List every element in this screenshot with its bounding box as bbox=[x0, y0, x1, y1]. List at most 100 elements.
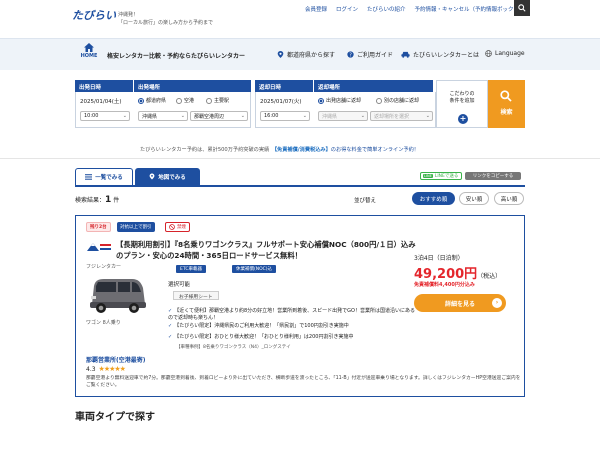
sort-cheapest[interactable]: 安い順 bbox=[459, 192, 489, 205]
fuji-rentacar-logo bbox=[86, 240, 112, 254]
radio-dot bbox=[138, 97, 144, 104]
nav-prefecture-link[interactable]: 都道府県から探す bbox=[277, 50, 335, 59]
radio-dot bbox=[206, 97, 212, 104]
chevron-down-icon: ⌄ bbox=[122, 113, 127, 119]
nav-about-label: たびらいレンタカーとは bbox=[413, 52, 480, 59]
results-count: 検索結果：1 件 bbox=[75, 195, 120, 205]
feature-3: ✓ 【たびらい限定】おひとり様大歓迎！「おひとり様利用」は200円割引き実施中 bbox=[168, 334, 354, 340]
tagline-line-1: 沖縄発！ bbox=[118, 12, 139, 18]
car-code: 【車種事例】8名乗りワゴンクラス（N4）_ロングステイ bbox=[176, 345, 291, 350]
ret-radio-same[interactable]: 出発店舗に返却 bbox=[318, 97, 361, 104]
car-icon bbox=[401, 51, 410, 58]
top-search-button[interactable] bbox=[514, 0, 530, 16]
chevron-down-icon: ⌄ bbox=[180, 113, 185, 119]
office-name[interactable]: 那覇営業所(空港最寄) bbox=[86, 355, 146, 364]
radio-dot bbox=[318, 97, 324, 104]
add-conditions-button[interactable]: こだわりの 条件を追加 + bbox=[436, 80, 488, 128]
tab-underline bbox=[75, 185, 525, 187]
tab-list-label: 一覧でみる bbox=[95, 175, 123, 181]
dep-area-select[interactable]: 那覇空港周辺 ⌄ bbox=[190, 111, 248, 121]
tab-map-view[interactable]: 地図でみる bbox=[135, 168, 200, 185]
child-seat-option: お子様用シート bbox=[173, 291, 219, 300]
question-icon: ? bbox=[347, 51, 354, 58]
rating-value: 4.3 bbox=[86, 365, 96, 373]
search-icon bbox=[500, 90, 512, 102]
radio-dot bbox=[376, 97, 382, 104]
check-icon: ✓ bbox=[168, 323, 173, 329]
rental-days: 3泊4日（日泊制） bbox=[414, 255, 464, 262]
ret-time-select[interactable]: 16:00 ⌄ bbox=[260, 111, 310, 121]
ret-area-select[interactable]: 返却場所を選択 ⌄ bbox=[370, 111, 433, 121]
nav-title: 格安レンタカー比較・予約ならたびらいレンタカー bbox=[107, 53, 246, 60]
reservation-box-link[interactable]: 予約情報・キャンセル（予約情報ボックス） bbox=[415, 5, 525, 13]
sort-label: 並び替え bbox=[354, 198, 377, 204]
chevron-right-icon: › bbox=[492, 298, 502, 308]
map-pin-icon bbox=[277, 51, 284, 58]
price-includes: 免責補償料4,400円分込み bbox=[414, 282, 475, 288]
plan-title[interactable]: 【長期利用割引】『8名乗りワゴンクラス』フルサポート安心補償NOC（800円/１… bbox=[116, 239, 421, 261]
tagline: 沖縄発！ 「ローカル旅行」の楽しみ方から予約まで bbox=[118, 11, 213, 27]
login-link[interactable]: ログイン bbox=[336, 5, 358, 13]
nav-about-link[interactable]: たびらいレンタカーとは bbox=[401, 50, 479, 59]
notice-text: たびらいレンタカー予約は、累計500万予約突破の実績 【免責補償/消費税込み】の… bbox=[140, 147, 419, 153]
dep-pref-select[interactable]: 沖縄県 ⌄ bbox=[138, 111, 188, 121]
svg-text:?: ? bbox=[349, 52, 352, 58]
ret-pref-select[interactable]: 沖縄県 ⌄ bbox=[318, 111, 368, 121]
line-share-button[interactable]: LINE LINEで送る bbox=[420, 172, 462, 180]
feature-2: ✓ 【たびらい限定】沖縄県民のご利用大歓迎！「県民割」で100円割引き実施中 bbox=[168, 323, 349, 329]
company-name: フジレンタカー bbox=[86, 264, 122, 270]
dep-date-field[interactable]: 2025/01/04(土) bbox=[80, 97, 122, 105]
home-label: HOME bbox=[80, 53, 98, 59]
site-logo[interactable]: たびらい bbox=[72, 7, 116, 23]
dep-radio-pref[interactable]: 都道府県 bbox=[138, 97, 166, 104]
dep-section: 2025/01/04(土) 10:00 ⌄ 都道府県 空港 主要駅 沖縄県 ⌄ 那覇… bbox=[75, 92, 251, 128]
home-icon bbox=[84, 43, 94, 52]
nav-language-link[interactable]: Language bbox=[485, 50, 525, 57]
home-link[interactable]: HOME bbox=[78, 43, 100, 59]
chevron-down-icon: ⌄ bbox=[240, 113, 245, 119]
about-link[interactable]: たびらいの紹介 bbox=[367, 5, 406, 13]
copy-link-button[interactable]: リンクをコピーする bbox=[465, 172, 521, 180]
discount-badge: 対抗以上で割引 bbox=[117, 222, 155, 232]
ret-date-field[interactable]: 2025/01/07(火) bbox=[260, 97, 302, 105]
search-form: 出発日時 出発場所 返却日時 返却場所 2025/01/04(土) 10:00 ⌄… bbox=[75, 80, 525, 128]
sort-recommended[interactable]: おすすめ順 bbox=[412, 192, 455, 205]
check-icon: ✓ bbox=[168, 334, 173, 340]
list-icon bbox=[85, 174, 93, 180]
ret-radio-other[interactable]: 別の店舗に返却 bbox=[376, 97, 419, 104]
nav-prefecture-label: 都道府県から探す bbox=[287, 52, 336, 59]
dep-time-select[interactable]: 10:00 ⌄ bbox=[80, 111, 130, 121]
chevron-down-icon: ⌄ bbox=[302, 113, 307, 119]
etc-tag: ETC車載器 bbox=[176, 265, 206, 273]
ret-section: 2025/01/07(火) 16:00 ⌄ 出発店舗に返却 別の店舗に返却 沖縄県… bbox=[255, 92, 436, 128]
office-rating: 4.3 ★★★★★ bbox=[86, 365, 126, 373]
check-icon: ✓ bbox=[168, 308, 173, 314]
search-icon bbox=[518, 4, 526, 12]
car-class: ワゴン 8人乗り bbox=[86, 320, 121, 326]
nav-guide-label: ご利用ガイド bbox=[357, 52, 394, 59]
nav-guide-link[interactable]: ? ご利用ガイド bbox=[347, 50, 393, 59]
nav-bar: HOME 格安レンタカー比較・予約ならたびらいレンタカー 都道府県から探す ? … bbox=[0, 38, 600, 70]
chevron-down-icon: ⌄ bbox=[425, 113, 430, 119]
price: 49,200円（税込） bbox=[414, 267, 502, 282]
chevron-down-icon: ⌄ bbox=[360, 113, 365, 119]
detail-button[interactable]: 詳細を見る › bbox=[414, 294, 506, 312]
stock-badge: 残り2台 bbox=[86, 222, 111, 232]
dep-radio-station[interactable]: 主要駅 bbox=[206, 97, 229, 104]
dep-date-header: 出発日時 bbox=[75, 80, 133, 92]
register-link[interactable]: 会員登録 bbox=[305, 5, 327, 13]
sort-expensive[interactable]: 高い順 bbox=[494, 192, 524, 205]
tab-list-view[interactable]: 一覧でみる bbox=[75, 168, 133, 185]
star-rating-icon: ★★★★★ bbox=[98, 365, 126, 373]
radio-dot bbox=[176, 97, 182, 104]
search-button[interactable]: 検索 bbox=[488, 80, 525, 128]
dep-radio-airport[interactable]: 空港 bbox=[176, 97, 194, 104]
tagline-line-2: 「ローカル旅行」の楽しみ方から予約まで bbox=[118, 20, 214, 26]
top-links: 会員登録 ログイン たびらいの紹介 予約情報・キャンセル（予約情報ボックス） bbox=[305, 5, 524, 13]
cond-line-2: 条件を追加 bbox=[449, 98, 475, 104]
detail-button-label: 詳細を見る bbox=[444, 300, 475, 308]
top-bar: たびらい 沖縄発！ 「ローカル旅行」の楽しみ方から予約まで 会員登録 ログイン … bbox=[0, 0, 600, 38]
line-icon: LINE bbox=[423, 174, 433, 178]
car-image[interactable] bbox=[86, 272, 148, 318]
feature-1: ✓ 【近くて便利】那覇空港より約8分の好立地！営業所到着後、スピード出発でGO！営… bbox=[168, 308, 415, 321]
